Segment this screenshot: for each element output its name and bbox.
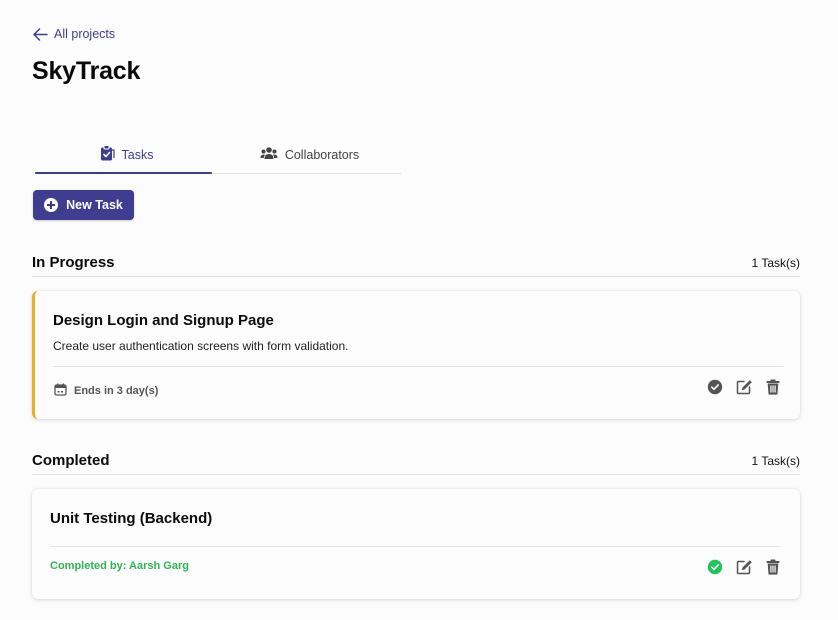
edit-icon: [736, 380, 752, 395]
task-divider: [50, 546, 780, 547]
task-due-label: Ends in 3 day(s): [74, 385, 159, 397]
tab-tasks-label: Tasks: [121, 147, 154, 162]
trash-icon: [766, 559, 780, 575]
section-title: In Progress: [32, 254, 115, 271]
clipboard-icon: [100, 145, 115, 164]
task-actions: [707, 559, 780, 575]
task-title: Design Login and Signup Page: [53, 312, 274, 329]
task-actions: [707, 379, 780, 395]
task-description: Create user authentication screens with …: [53, 339, 349, 353]
edit-icon: [736, 560, 752, 575]
edit-button[interactable]: [736, 559, 753, 575]
section-title: Completed: [32, 452, 110, 469]
tab-collaborators[interactable]: Collaborators: [218, 136, 401, 173]
check-circle-icon: [707, 559, 723, 575]
completed-status-button[interactable]: [707, 559, 723, 575]
task-count: 1 Task(s): [751, 453, 800, 468]
mark-complete-button[interactable]: [707, 379, 723, 395]
task-title: Unit Testing (Backend): [50, 510, 213, 527]
task-divider: [53, 366, 783, 367]
section-header-in-progress: In Progress 1 Task(s): [32, 249, 800, 277]
delete-button[interactable]: [766, 379, 780, 395]
calendar-icon: [54, 383, 67, 399]
users-icon: [260, 146, 278, 163]
tab-tasks[interactable]: Tasks: [35, 136, 218, 174]
edit-button[interactable]: [736, 379, 753, 395]
task-card[interactable]: Unit Testing (Backend) Completed by: Aar…: [32, 489, 800, 599]
task-due: Ends in 3 day(s): [54, 383, 158, 399]
arrow-left-icon: [33, 27, 48, 41]
check-circle-icon: [707, 379, 723, 395]
task-count: 1 Task(s): [751, 255, 800, 270]
new-task-button[interactable]: New Task: [33, 190, 134, 220]
back-link-label: All projects: [54, 27, 116, 41]
completed-by-label: Completed by: Aarsh Garg: [50, 560, 189, 572]
page-title: SkyTrack: [32, 57, 141, 85]
task-card[interactable]: Design Login and Signup Page Create user…: [32, 291, 800, 419]
delete-button[interactable]: [766, 559, 780, 575]
back-to-projects-link[interactable]: All projects: [33, 27, 115, 41]
new-task-label: New Task: [66, 198, 123, 212]
section-header-completed: Completed 1 Task(s): [32, 447, 800, 475]
trash-icon: [766, 379, 780, 395]
tab-collaborators-label: Collaborators: [284, 147, 360, 162]
plus-circle-icon: [44, 198, 59, 212]
project-tabs: Tasks Collaborators: [35, 136, 401, 174]
